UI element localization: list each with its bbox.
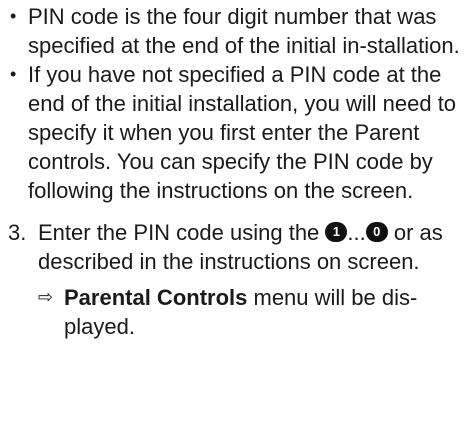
step-number: 3. (8, 220, 27, 245)
note-pin-definition: • PIN code is the four digit number that… (8, 2, 463, 60)
bullet-dot: • (10, 6, 17, 26)
step-result: ⇨ Parental Controls menu will be dis-pla… (8, 283, 463, 341)
result-arrow-icon: ⇨ (38, 287, 54, 307)
key-1-icon: 1 (325, 222, 348, 242)
step-enter-pin: 3. Enter the PIN code using the 1... 0 or… (8, 218, 463, 276)
key-0-icon: 0 (365, 222, 388, 242)
note-pin-not-specified: • If you have not specified a PIN code a… (8, 60, 463, 205)
menu-name: Parental Controls (64, 285, 248, 310)
bullet-dot: • (10, 64, 17, 84)
step-text-before: Enter the PIN code using the (38, 220, 326, 245)
manual-page: • PIN code is the four digit number that… (0, 0, 471, 435)
note-text: If you have not specified a PIN code at … (28, 62, 457, 203)
key-separator: ... (347, 220, 366, 245)
note-text: PIN code is the four digit number that w… (28, 4, 460, 58)
